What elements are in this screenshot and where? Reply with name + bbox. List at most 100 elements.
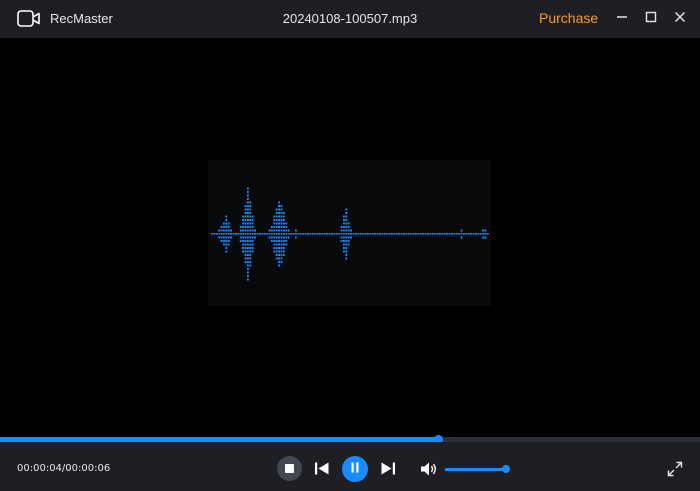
waveform-dot <box>345 208 348 211</box>
waveform-dot <box>273 219 276 221</box>
waveform-dot <box>247 233 249 235</box>
waveform-dot <box>251 226 254 228</box>
waveform-dot <box>275 254 278 256</box>
waveform-dot <box>340 229 343 232</box>
video-area[interactable] <box>0 38 700 434</box>
previous-button[interactable] <box>314 461 330 476</box>
waveform-dot <box>362 233 364 235</box>
waveform-dot <box>247 250 249 253</box>
waveform-dot <box>278 222 280 225</box>
waveform-dot <box>364 233 367 235</box>
waveform-dot <box>247 198 249 200</box>
waveform-dot <box>458 233 460 235</box>
waveform-dot <box>251 233 254 235</box>
minimize-button[interactable] <box>612 9 632 29</box>
waveform-dot <box>345 229 348 232</box>
waveform-panel <box>208 160 491 306</box>
waveform-dot <box>436 233 439 235</box>
volume-slider[interactable] <box>445 465 510 473</box>
waveform-dot <box>247 212 249 214</box>
waveform-dot <box>251 229 254 232</box>
waveform-dot <box>278 257 280 260</box>
waveform-dot <box>340 233 343 235</box>
waveform-dot <box>244 247 247 249</box>
mute-button[interactable] <box>420 461 438 477</box>
waveform-dot <box>316 233 319 235</box>
waveform-dot <box>244 215 247 218</box>
volume-fill <box>445 468 506 471</box>
waveform-dot <box>247 271 249 274</box>
waveform-dot <box>239 240 242 242</box>
waveform-dot <box>273 215 276 218</box>
waveform-dot <box>395 233 398 235</box>
waveform-dot <box>460 233 463 235</box>
waveform-dot <box>254 236 256 239</box>
waveform-dot <box>273 229 276 232</box>
waveform-dot <box>309 233 312 235</box>
waveform-dot <box>268 233 271 235</box>
waveform-dot <box>297 233 300 235</box>
pause-button[interactable] <box>342 456 368 482</box>
waveform-dot <box>220 226 223 228</box>
waveform-dot <box>319 233 321 235</box>
waveform-dot <box>249 257 252 260</box>
app-name: RecMaster <box>50 11 113 26</box>
waveform-dot <box>268 236 271 239</box>
waveform-dot <box>335 233 338 235</box>
waveform-dot <box>453 233 456 235</box>
waveform-dot <box>247 261 249 263</box>
stop-button[interactable] <box>277 456 302 481</box>
waveform-dot <box>275 236 278 239</box>
waveform-dot <box>407 233 410 235</box>
waveform-dot <box>254 233 256 235</box>
waveform-dot <box>345 240 348 242</box>
waveform-dot <box>283 236 285 239</box>
waveform-dot <box>345 215 348 218</box>
waveform-dot <box>230 233 232 235</box>
waveform-dot <box>244 208 247 211</box>
waveform-dot <box>350 229 352 232</box>
waveform-dot <box>247 236 249 239</box>
waveform-dot <box>443 233 446 235</box>
waveform-dot <box>223 226 225 228</box>
waveform-dot <box>220 236 223 239</box>
waveform-dot <box>266 233 268 235</box>
waveform-dot <box>283 226 285 228</box>
waveform-dot <box>275 233 278 235</box>
fullscreen-button[interactable] <box>667 461 683 477</box>
waveform-dot <box>465 233 468 235</box>
waveform-dot <box>278 254 280 256</box>
waveform-dot <box>379 233 381 235</box>
waveform-dot <box>247 222 249 225</box>
waveform-dot <box>225 236 228 239</box>
waveform-dot <box>251 219 254 221</box>
waveform-dot <box>331 233 333 235</box>
waveform-dot <box>283 229 285 232</box>
waveform-dot <box>343 226 345 228</box>
waveform-dot <box>460 229 463 232</box>
waveform-dot <box>249 236 252 239</box>
control-bar: 00:00:04/00:00:06 <box>0 442 700 491</box>
waveform-dot <box>463 233 465 235</box>
close-icon <box>674 10 686 28</box>
waveform-dot <box>446 233 448 235</box>
waveform-dot <box>244 254 247 256</box>
waveform-dot <box>292 233 295 235</box>
waveform-dot <box>477 233 480 235</box>
waveform-dot <box>343 215 345 218</box>
purchase-link[interactable]: Purchase <box>539 10 598 26</box>
waveform-dot <box>285 226 288 228</box>
maximize-button[interactable] <box>641 9 661 29</box>
waveform-dot <box>251 222 254 225</box>
next-button[interactable] <box>380 461 396 476</box>
waveform-dot <box>254 229 256 232</box>
close-button[interactable] <box>670 9 690 29</box>
waveform-dot <box>280 257 283 260</box>
waveform-dot <box>242 236 244 239</box>
waveform-dot <box>405 233 408 235</box>
volume-thumb[interactable] <box>502 465 510 473</box>
waveform-dot <box>482 233 484 235</box>
waveform-dot <box>275 247 278 249</box>
waveform-dot <box>285 240 288 242</box>
waveform-dot <box>340 240 343 242</box>
